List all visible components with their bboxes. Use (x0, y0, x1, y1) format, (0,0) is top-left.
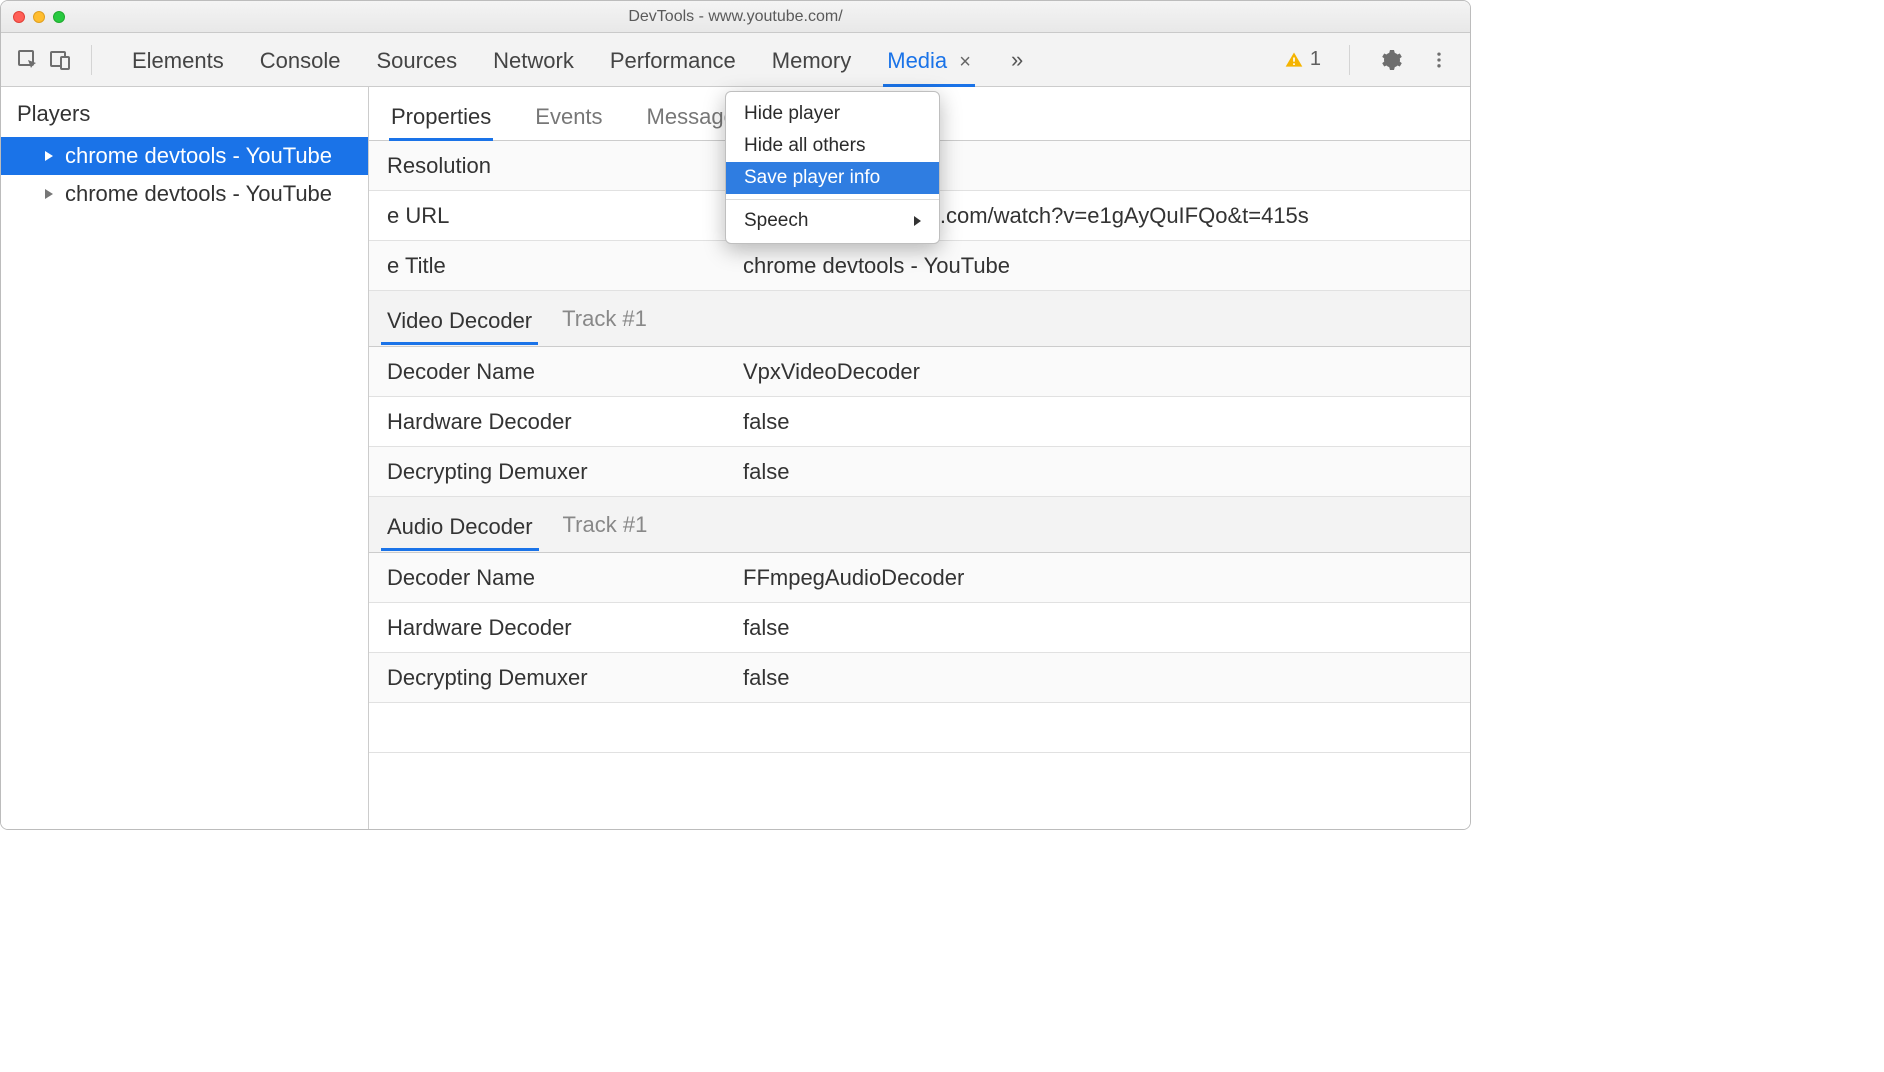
player-item[interactable]: chrome devtools - YouTube (1, 175, 368, 213)
warning-count: 1 (1310, 48, 1321, 71)
property-value: false (735, 449, 1470, 495)
panel-tabs: Elements Console Sources Network Perform… (128, 36, 1023, 84)
players-sidebar: Players chrome devtools - YouTube chrome… (1, 87, 369, 829)
property-key: e Title (369, 243, 735, 289)
audio-decoder-section: Audio Decoder Track #1 (369, 497, 1470, 553)
titlebar: DevTools - www.youtube.com/ (1, 1, 1470, 33)
context-menu: Hide player Hide all others Save player … (725, 91, 940, 244)
tab-console[interactable]: Console (256, 36, 345, 84)
property-row: e Title chrome devtools - YouTube (369, 241, 1470, 291)
ctx-save-player-info[interactable]: Save player info (726, 162, 939, 194)
property-key: Resolution (369, 143, 735, 189)
property-value: VpxVideoDecoder (735, 349, 1470, 395)
property-value: false (735, 655, 1470, 701)
submenu-arrow-icon (914, 216, 921, 226)
panel-body: Players chrome devtools - YouTube chrome… (1, 87, 1470, 829)
player-label: chrome devtools - YouTube (65, 181, 332, 207)
property-key: Decrypting Demuxer (369, 655, 735, 701)
divider (91, 45, 92, 75)
ctx-speech-label: Speech (744, 210, 808, 232)
property-value: false (735, 399, 1470, 445)
tab-network[interactable]: Network (489, 36, 578, 84)
close-window-button[interactable] (13, 11, 25, 23)
tab-media[interactable]: Media × (883, 36, 975, 84)
tab-memory[interactable]: Memory (768, 36, 855, 84)
property-row: Decrypting Demuxer false (369, 447, 1470, 497)
ctx-speech[interactable]: Speech (726, 205, 939, 237)
property-row-empty (369, 703, 1470, 753)
warnings-indicator[interactable]: 1 (1284, 48, 1321, 71)
property-key: Decoder Name (369, 349, 735, 395)
audio-decoder-tab[interactable]: Audio Decoder (369, 500, 551, 550)
more-options-icon[interactable] (1426, 47, 1452, 73)
tab-sources[interactable]: Sources (372, 36, 461, 84)
property-value: chrome devtools - YouTube (735, 243, 1470, 289)
properties-panel: Properties Events Messages Timeline Hide… (369, 87, 1470, 829)
minimize-window-button[interactable] (33, 11, 45, 23)
property-row: Decoder Name VpxVideoDecoder (369, 347, 1470, 397)
property-row: Hardware Decoder false (369, 603, 1470, 653)
disclosure-triangle-icon (45, 189, 53, 199)
devtools-tabbar: Elements Console Sources Network Perform… (1, 33, 1470, 87)
device-toolbar-icon[interactable] (47, 47, 73, 73)
tab-elements[interactable]: Elements (128, 36, 228, 84)
warning-icon (1284, 50, 1304, 70)
inspect-icon[interactable] (15, 47, 41, 73)
player-item[interactable]: chrome devtools - YouTube (1, 137, 368, 175)
property-row: Hardware Decoder false (369, 397, 1470, 447)
property-value (735, 718, 1470, 738)
properties-rows: Resolution 1280x720 e URL https://www.yo… (369, 141, 1470, 829)
property-key: Hardware Decoder (369, 399, 735, 445)
devtools-window: DevTools - www.youtube.com/ Elements Con… (0, 0, 1471, 830)
player-label: chrome devtools - YouTube (65, 143, 332, 169)
window-title: DevTools - www.youtube.com/ (1, 8, 1470, 26)
property-row: Decrypting Demuxer false (369, 653, 1470, 703)
subtab-properties[interactable]: Properties (389, 92, 493, 140)
property-key: Decrypting Demuxer (369, 449, 735, 495)
subtab-events[interactable]: Events (533, 92, 604, 140)
close-icon[interactable]: × (959, 51, 971, 73)
ctx-hide-player[interactable]: Hide player (726, 98, 939, 130)
players-heading: Players (1, 87, 368, 137)
video-track-label: Track #1 (550, 306, 659, 332)
property-value: FFmpegAudioDecoder (735, 555, 1470, 601)
tab-media-label: Media (887, 48, 947, 73)
property-key: Hardware Decoder (369, 605, 735, 651)
property-key (369, 718, 735, 738)
more-tabs-icon[interactable]: » (1011, 47, 1023, 73)
property-key: Decoder Name (369, 555, 735, 601)
divider (1349, 45, 1350, 75)
video-decoder-tab[interactable]: Video Decoder (369, 294, 550, 344)
zoom-window-button[interactable] (53, 11, 65, 23)
ctx-hide-all-others[interactable]: Hide all others (726, 130, 939, 162)
property-row: Decoder Name FFmpegAudioDecoder (369, 553, 1470, 603)
settings-icon[interactable] (1378, 47, 1404, 73)
disclosure-triangle-icon (45, 151, 53, 161)
window-controls (13, 11, 65, 23)
video-decoder-section: Video Decoder Track #1 (369, 291, 1470, 347)
property-value: false (735, 605, 1470, 651)
property-key: e URL (369, 193, 735, 239)
menu-separator (726, 199, 939, 200)
tab-performance[interactable]: Performance (606, 36, 740, 84)
audio-track-label: Track #1 (551, 512, 660, 538)
